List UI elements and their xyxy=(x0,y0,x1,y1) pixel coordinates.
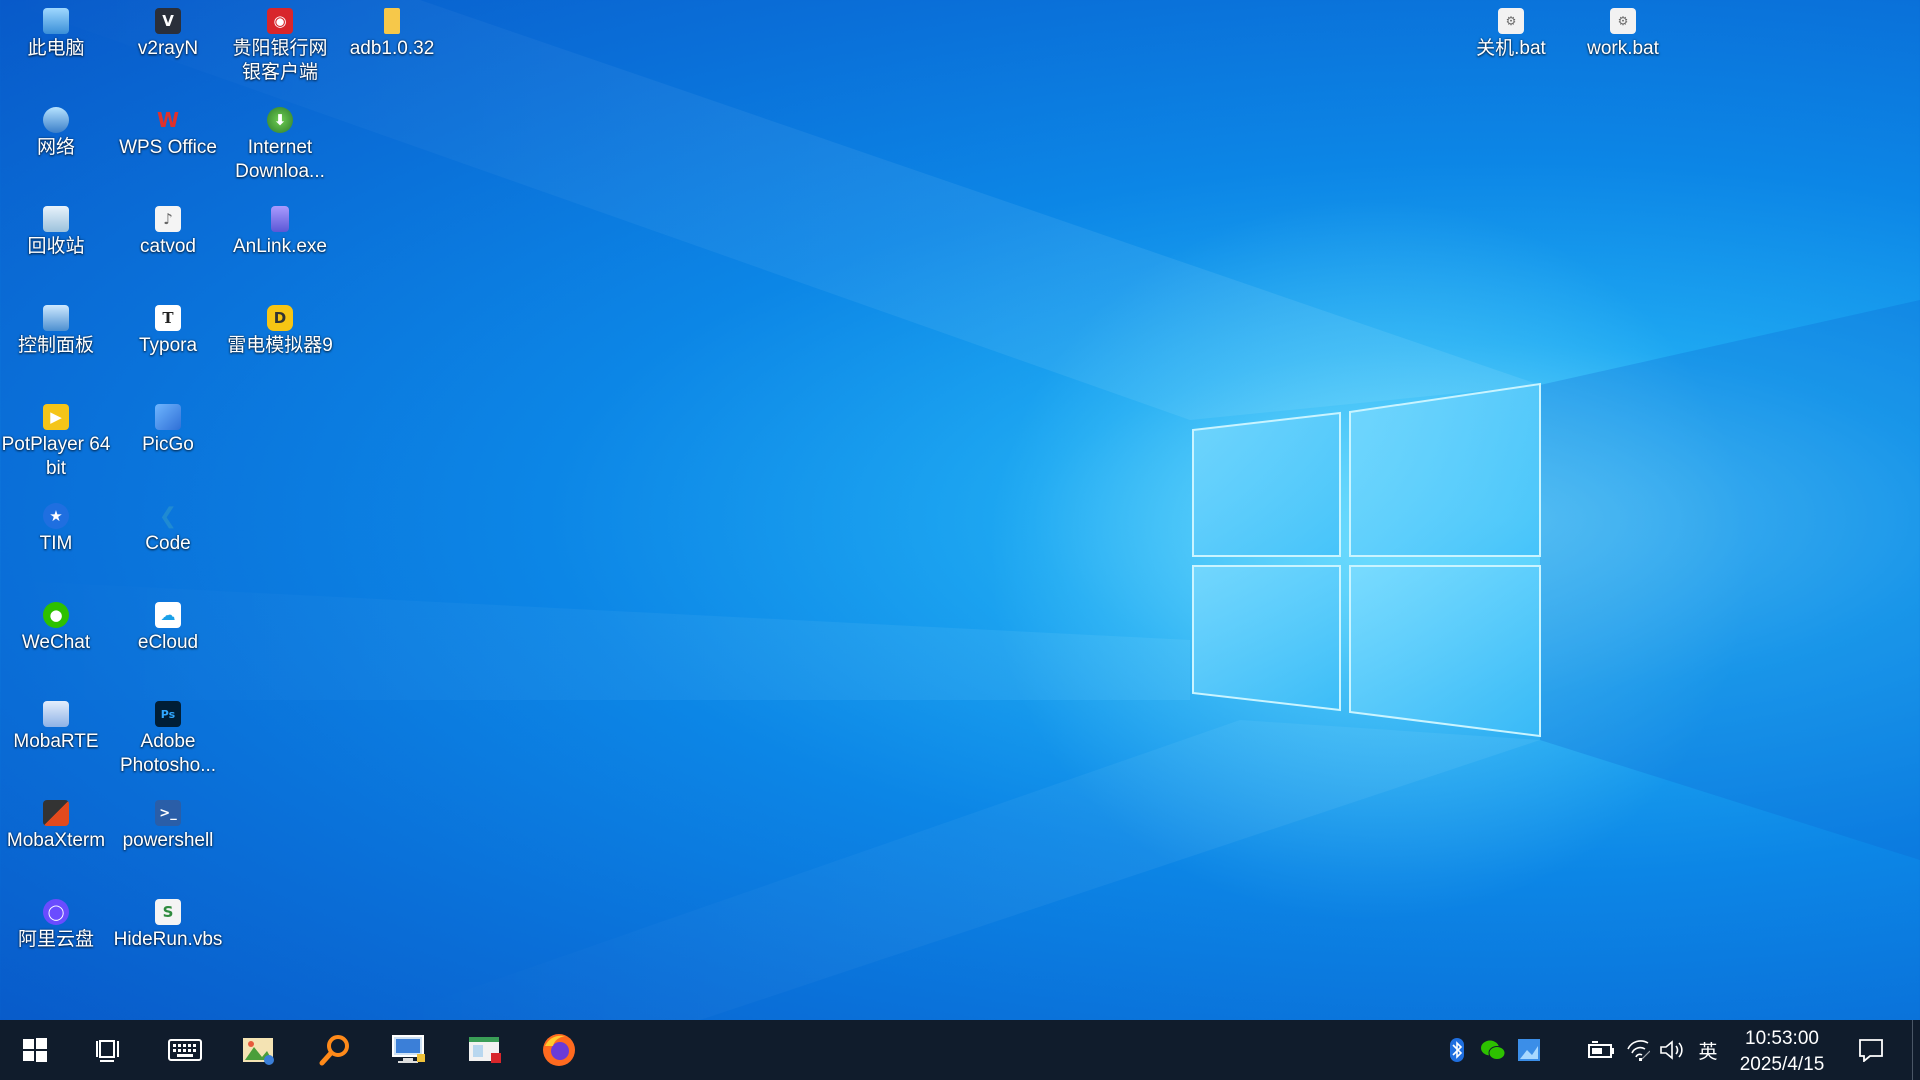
taskbar-clock[interactable]: 10:53:00 2025/4/15 xyxy=(1722,1026,1842,1078)
show-desktop-button[interactable] xyxy=(1912,1020,1920,1080)
ime-label: 英 xyxy=(1698,1041,1718,1063)
task-view-icon xyxy=(96,1040,119,1062)
desktop-icon-mobarte[interactable]: MobaRTE xyxy=(0,697,112,754)
wps-icon: W xyxy=(156,108,180,132)
bat-file-icon: ⚙ xyxy=(1498,8,1524,34)
battery-charging-icon xyxy=(1588,1041,1614,1058)
folder-icon xyxy=(384,8,400,34)
image-viewer-icon xyxy=(243,1038,274,1065)
ecloud-icon: ☁ xyxy=(155,602,181,628)
picgo-icon xyxy=(155,404,181,430)
desktop-icon-catvod[interactable]: ♪ catvod xyxy=(112,202,224,259)
desktop-icon-work-bat[interactable]: ⚙ work.bat xyxy=(1567,4,1679,61)
remote-desktop-icon xyxy=(392,1035,425,1063)
desktop-icon-aliyun-drive[interactable]: ◯ 阿里云盘 xyxy=(0,895,112,952)
desktop-icon-v2rayn[interactable]: V v2rayN xyxy=(112,4,224,61)
idm-icon: ⬇ xyxy=(267,107,293,133)
desktop-icon-potplayer[interactable]: ▶ PotPlayer 64 bit xyxy=(0,400,112,481)
bluetooth-icon xyxy=(1450,1038,1464,1062)
picgo-tray-icon[interactable] xyxy=(1515,1036,1543,1064)
desktop: 此电脑 网络 回收站 控制面板 ▶ PotPlayer 64 bit ★ TIM… xyxy=(0,0,1920,1020)
mobarte-icon xyxy=(43,701,69,727)
notification-icon xyxy=(1859,1039,1883,1062)
volume-tray-icon[interactable] xyxy=(1658,1036,1686,1064)
catvod-icon: ♪ xyxy=(155,206,181,232)
wechat-tray-icon[interactable] xyxy=(1479,1036,1507,1064)
desktop-icon-mobaxterm[interactable]: MobaXterm xyxy=(0,796,112,853)
wifi-tray-icon[interactable] xyxy=(1624,1036,1652,1064)
desktop-icon-recycle-bin[interactable]: 回收站 xyxy=(0,202,112,259)
aliyun-drive-icon: ◯ xyxy=(43,899,69,925)
taskbar-app-search[interactable] xyxy=(304,1020,366,1080)
powershell-icon: >_ xyxy=(155,800,181,826)
bank-client-icon: ◉ xyxy=(267,8,293,34)
typora-icon: T xyxy=(155,305,181,331)
desktop-icon-picgo[interactable]: PicGo xyxy=(112,400,224,457)
clock-date: 2025/4/15 xyxy=(1739,1054,1825,1075)
anlink-icon xyxy=(271,206,289,232)
desktop-icon-typora[interactable]: T Typora xyxy=(112,301,224,358)
taskbar-app-image-viewer[interactable] xyxy=(228,1020,290,1080)
task-view-button[interactable] xyxy=(78,1020,140,1080)
wechat-icon xyxy=(1481,1040,1506,1060)
desktop-icon-hiderun-vbs[interactable]: S HideRun.vbs xyxy=(112,895,224,952)
desktop-icon-this-pc[interactable]: 此电脑 xyxy=(0,4,112,61)
desktop-icon-tim[interactable]: ★ TIM xyxy=(0,499,112,556)
taskbar: 英 10:53:00 2025/4/15 xyxy=(0,1020,1920,1080)
windows-start-icon xyxy=(23,1038,47,1062)
start-button[interactable] xyxy=(4,1020,66,1080)
desktop-icon-shutdown-bat[interactable]: ⚙ 关机.bat xyxy=(1455,4,1567,61)
desktop-icon-powershell[interactable]: >_ powershell xyxy=(112,796,224,853)
desktop-icon-ecloud[interactable]: ☁ eCloud xyxy=(112,598,224,655)
keyboard-icon xyxy=(168,1039,202,1061)
control-panel-icon xyxy=(43,305,69,331)
vscode-icon: ❮ xyxy=(158,503,178,529)
bluetooth-tray-icon[interactable] xyxy=(1443,1036,1471,1064)
action-center-button[interactable] xyxy=(1856,1035,1886,1065)
desktop-icon-wechat[interactable]: ● WeChat xyxy=(0,598,112,655)
network-icon xyxy=(43,107,69,133)
taskbar-app-firefox[interactable] xyxy=(528,1020,590,1080)
desktop-icon-wps-office[interactable]: W WPS Office xyxy=(112,103,224,160)
photoshop-icon: Ps xyxy=(155,701,181,727)
desktop-icon-adb-folder[interactable]: adb1.0.32 xyxy=(336,4,448,61)
battery-tray-icon[interactable] xyxy=(1588,1036,1616,1064)
search-magnifier-icon xyxy=(319,1035,349,1066)
this-pc-icon xyxy=(43,8,69,34)
taskbar-app-keyboard[interactable] xyxy=(154,1020,216,1080)
windows-logo-wallpaper xyxy=(1192,382,1541,738)
wechat-icon: ● xyxy=(43,602,69,628)
desktop-icon-vscode[interactable]: ❮ Code xyxy=(112,499,224,556)
bat-file-icon: ⚙ xyxy=(1610,8,1636,34)
window-app-icon xyxy=(469,1037,501,1063)
taskbar-app-remote-desktop[interactable] xyxy=(378,1020,440,1080)
clock-time: 10:53:00 xyxy=(1745,1028,1819,1049)
recycle-bin-icon xyxy=(43,206,69,232)
desktop-icon-control-panel[interactable]: 控制面板 xyxy=(0,301,112,358)
input-method-indicator[interactable]: 英 xyxy=(1694,1036,1722,1064)
wifi-icon xyxy=(1627,1040,1650,1061)
tim-icon: ★ xyxy=(43,503,69,529)
desktop-icon-network[interactable]: 网络 xyxy=(0,103,112,160)
firefox-icon xyxy=(543,1034,575,1066)
picgo-icon xyxy=(1518,1039,1540,1061)
potplayer-icon: ▶ xyxy=(43,404,69,430)
speaker-icon xyxy=(1660,1040,1683,1060)
vbs-script-icon: S xyxy=(155,899,181,925)
mobaxterm-icon xyxy=(43,800,69,826)
desktop-icon-internet-download-manager[interactable]: ⬇ Internet Downloa... xyxy=(224,103,336,184)
v2rayn-icon: V xyxy=(155,8,181,34)
desktop-icon-anlink[interactable]: AnLink.exe xyxy=(224,202,336,259)
taskbar-app-window[interactable] xyxy=(454,1020,516,1080)
desktop-icon-ldplayer[interactable]: D 雷电模拟器9 xyxy=(224,301,336,358)
ldplayer-icon: D xyxy=(267,305,293,331)
desktop-icon-bank-client[interactable]: ◉ 贵阳银行网银客户端 xyxy=(224,4,336,85)
desktop-icon-photoshop[interactable]: Ps Adobe Photosho... xyxy=(112,697,224,778)
